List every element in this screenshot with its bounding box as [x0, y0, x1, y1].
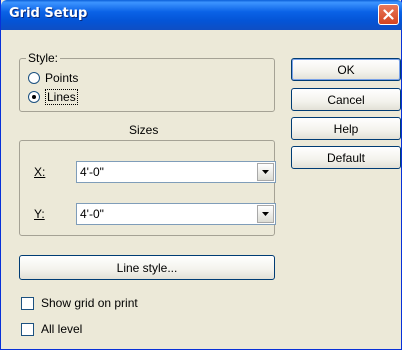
y-size-value: 4'-0" — [80, 207, 104, 221]
y-dropdown-arrow[interactable] — [257, 205, 274, 223]
grid-setup-dialog: Grid Setup Style: Points Lines Sizes X: … — [0, 0, 402, 350]
window-title: Grid Setup — [9, 6, 88, 21]
radio-lines-circle[interactable] — [28, 91, 40, 103]
all-level-checkbox[interactable] — [21, 322, 34, 336]
sizes-heading: Sizes — [129, 123, 159, 137]
radio-points[interactable]: Points — [28, 71, 78, 85]
close-icon — [383, 9, 394, 20]
style-group-legend: Style: — [26, 51, 61, 65]
help-button[interactable]: Help — [291, 117, 401, 140]
x-size-combo[interactable]: 4'-0" — [76, 161, 276, 183]
ok-button[interactable]: OK — [291, 58, 401, 81]
show-grid-on-print-row[interactable]: Show grid on print — [21, 296, 138, 310]
show-grid-on-print-checkbox[interactable] — [21, 296, 34, 310]
style-group: Style: Points Lines — [19, 51, 275, 112]
sizes-group: X: 4'-0" Y: 4'-0" — [19, 140, 276, 236]
x-label-text: X: — [34, 165, 46, 179]
chevron-down-icon — [262, 212, 269, 216]
y-label-text: Y: — [34, 207, 45, 221]
y-size-combo[interactable]: 4'-0" — [76, 203, 276, 225]
all-level-row[interactable]: All level — [21, 322, 82, 336]
all-level-label: All level — [41, 322, 83, 336]
y-label: Y: — [34, 207, 45, 221]
chevron-down-icon — [262, 170, 269, 174]
x-dropdown-arrow[interactable] — [257, 163, 274, 181]
cancel-button[interactable]: Cancel — [291, 88, 401, 111]
radio-points-label: Points — [45, 71, 79, 85]
x-label: X: — [34, 165, 45, 179]
radio-lines-label: Lines — [45, 89, 78, 105]
radio-lines[interactable]: Lines — [28, 89, 78, 105]
show-grid-on-print-label: Show grid on print — [41, 296, 138, 310]
title-bar[interactable]: Grid Setup — [1, 0, 402, 30]
default-button[interactable]: Default — [291, 146, 401, 169]
radio-points-circle[interactable] — [28, 72, 40, 84]
close-button[interactable] — [378, 4, 399, 25]
x-size-value: 4'-0" — [80, 165, 104, 179]
line-style-button[interactable]: Line style... — [19, 255, 275, 280]
